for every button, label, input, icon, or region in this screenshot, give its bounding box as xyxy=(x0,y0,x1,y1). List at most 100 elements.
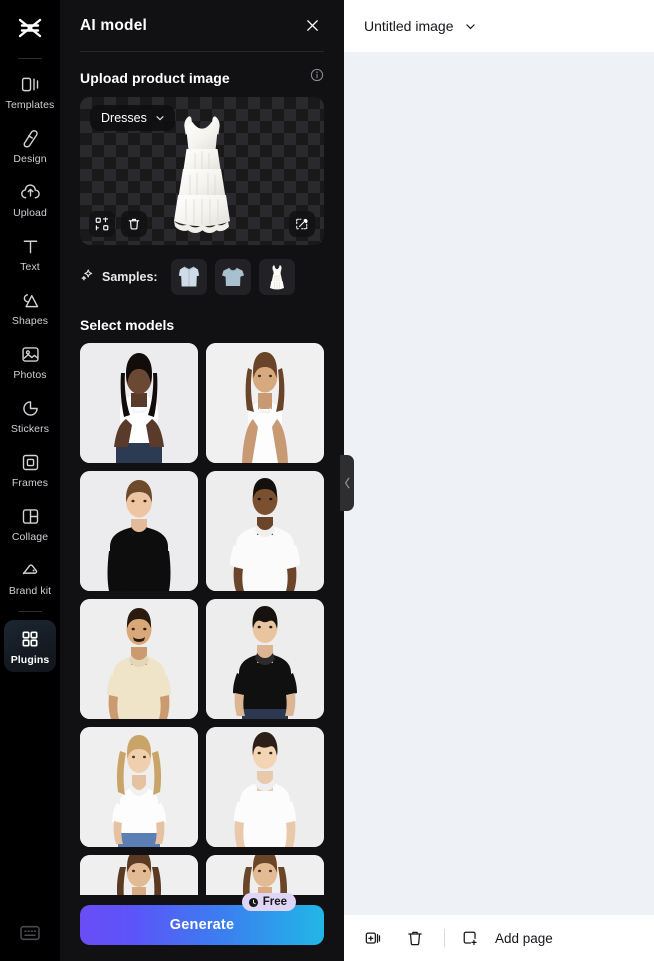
page-title: AI model xyxy=(80,16,148,34)
trash-icon xyxy=(408,931,422,946)
brand-kit-icon xyxy=(20,558,41,582)
info-icon[interactable] xyxy=(310,68,324,87)
generate-wrapper: Free Generate xyxy=(80,893,324,945)
sidebar-item-label: Text xyxy=(20,261,40,273)
templates-icon xyxy=(20,72,41,96)
canvas-toolbar: Untitled image xyxy=(344,0,654,52)
trash-icon xyxy=(128,219,140,230)
rail-divider-bottom xyxy=(18,611,42,612)
canvas-stage[interactable] xyxy=(344,52,654,915)
frames-icon xyxy=(20,450,41,474)
left-rail: Templates Design Upload Text Shapes Phot… xyxy=(0,0,60,961)
rail-item-list: Templates Design Upload Text Shapes Phot… xyxy=(0,65,60,674)
panel-footer: Free Generate xyxy=(60,893,344,961)
free-badge: Free xyxy=(241,893,296,911)
sidebar-item-label: Stickers xyxy=(10,423,50,435)
sample-white-dress[interactable] xyxy=(258,259,295,296)
upload-section-title: Upload product image xyxy=(80,69,230,86)
sidebar-item-label: Design xyxy=(13,153,47,165)
collage-icon xyxy=(20,504,41,528)
sidebar-item-frames[interactable]: Frames xyxy=(4,443,56,495)
add-page-icon xyxy=(463,931,477,946)
chevron-down-icon xyxy=(465,23,475,29)
sidebar-item-label: Frames xyxy=(11,477,49,489)
image-edit-tools xyxy=(289,211,315,238)
model-woman-white-tshirt[interactable] xyxy=(80,727,198,848)
app-logo[interactable] xyxy=(0,0,60,56)
app-root: Templates Design Upload Text Shapes Phot… xyxy=(0,0,654,961)
magic-eraser-icon xyxy=(296,218,308,230)
models-section-title: Select models xyxy=(80,317,175,334)
clock-icon xyxy=(248,897,258,907)
sidebar-item-stickers[interactable]: Stickers xyxy=(4,389,56,441)
sidebar-item-label: Collage xyxy=(11,531,49,543)
product-category-select[interactable]: Dresses xyxy=(90,105,175,132)
sidebar-item-upload[interactable]: Upload xyxy=(4,173,56,225)
text-icon xyxy=(20,234,41,258)
document-menu-button[interactable] xyxy=(464,20,477,33)
panel-body: Upload product image Dresses Samples: Se… xyxy=(60,52,344,961)
model-man-white-tee[interactable] xyxy=(206,727,324,848)
keyboard-icon xyxy=(19,924,41,947)
product-image-dropzone[interactable]: Dresses xyxy=(80,97,324,246)
photos-icon xyxy=(20,342,41,366)
canvas-column: Untitled image Add page xyxy=(344,0,654,961)
image-tools xyxy=(89,211,147,238)
generate-button[interactable]: Generate xyxy=(80,905,324,945)
close-panel-button[interactable] xyxy=(300,14,324,38)
sidebar-item-shapes[interactable]: Shapes xyxy=(4,281,56,333)
model-man-beige-tshirt[interactable] xyxy=(80,599,198,720)
close-icon xyxy=(306,20,318,31)
document-title: Untitled image xyxy=(364,18,454,34)
duplicate-page-button[interactable] xyxy=(360,925,386,951)
product-category-value: Dresses xyxy=(101,111,147,126)
toolbar-divider xyxy=(444,929,445,947)
chevron-left-icon xyxy=(344,477,349,489)
capcut-logo-icon xyxy=(18,18,42,38)
model-man-black-sweater[interactable] xyxy=(80,471,198,592)
resize-image-button[interactable] xyxy=(89,211,115,238)
free-badge-label: Free xyxy=(262,896,287,908)
models-grid xyxy=(80,343,324,961)
delete-image-button[interactable] xyxy=(121,211,147,238)
duplicate-page-icon xyxy=(365,932,381,944)
page-toolbar: Add page xyxy=(344,915,654,961)
model-woman-white-tank[interactable] xyxy=(206,343,324,464)
stickers-icon xyxy=(20,396,41,420)
sidebar-item-text[interactable]: Text xyxy=(4,227,56,279)
sidebar-item-label: Shapes xyxy=(11,315,49,327)
delete-page-button[interactable] xyxy=(402,925,428,951)
sidebar-item-label: Photos xyxy=(13,369,47,381)
add-page-label: Add page xyxy=(495,930,553,946)
model-man-black-tshirt[interactable] xyxy=(206,599,324,720)
collapse-panel-handle[interactable] xyxy=(340,455,354,511)
samples-label: Samples: xyxy=(102,270,158,285)
sparkle-icon xyxy=(80,268,94,287)
upload-section-header: Upload product image xyxy=(80,52,324,97)
sidebar-item-photos[interactable]: Photos xyxy=(4,335,56,387)
plugins-icon xyxy=(20,627,40,651)
design-icon xyxy=(20,126,41,150)
upload-icon xyxy=(20,180,41,204)
resize-icon xyxy=(95,217,109,231)
sidebar-item-label: Templates xyxy=(5,99,55,111)
sidebar-item-label: Plugins xyxy=(10,654,50,666)
sidebar-item-plugins[interactable]: Plugins xyxy=(4,620,56,672)
model-man-white-tshirt[interactable] xyxy=(206,471,324,592)
product-image xyxy=(164,109,240,240)
sample-blue-tee[interactable] xyxy=(214,259,251,296)
magic-eraser-button[interactable] xyxy=(289,211,315,238)
sidebar-item-brand-kit[interactable]: Brand kit xyxy=(4,551,56,603)
ai-model-panel: AI model Upload product image Dresses Sa… xyxy=(60,0,354,961)
model-woman-black-turtleneck[interactable] xyxy=(80,343,198,464)
sidebar-item-label: Brand kit xyxy=(8,585,52,597)
sidebar-item-design[interactable]: Design xyxy=(4,119,56,171)
panel-header: AI model xyxy=(60,0,344,51)
add-page-button[interactable] xyxy=(461,929,479,947)
rail-divider-top xyxy=(18,58,42,59)
samples-row: Samples: xyxy=(80,245,324,299)
sidebar-item-templates[interactable]: Templates xyxy=(4,65,56,117)
sidebar-item-collage[interactable]: Collage xyxy=(4,497,56,549)
keyboard-shortcuts-button[interactable] xyxy=(0,924,60,947)
sample-blue-shirt[interactable] xyxy=(170,259,207,296)
